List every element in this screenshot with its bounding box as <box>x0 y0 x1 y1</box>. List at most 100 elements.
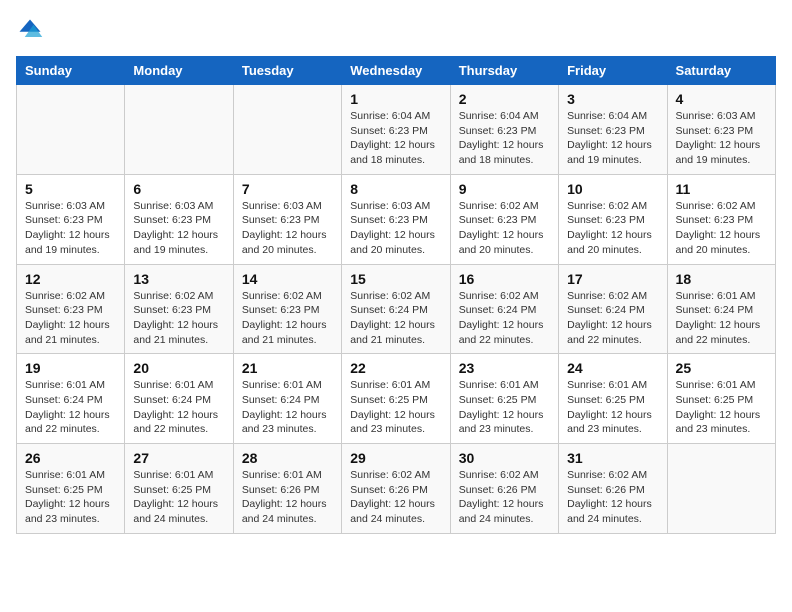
day-info: Sunrise: 6:03 AM Sunset: 6:23 PM Dayligh… <box>133 199 224 258</box>
day-number: 13 <box>133 271 224 287</box>
day-number: 25 <box>676 360 767 376</box>
calendar-cell: 3 Sunrise: 6:04 AM Sunset: 6:23 PM Daylig… <box>559 85 667 175</box>
day-number: 19 <box>25 360 116 376</box>
day-number: 18 <box>676 271 767 287</box>
day-info: Sunrise: 6:01 AM Sunset: 6:26 PM Dayligh… <box>242 468 333 527</box>
logo <box>16 16 48 44</box>
calendar-cell: 10 Sunrise: 6:02 AM Sunset: 6:23 PM Dayli… <box>559 174 667 264</box>
col-header-friday: Friday <box>559 57 667 85</box>
day-info: Sunrise: 6:01 AM Sunset: 6:25 PM Dayligh… <box>676 378 767 437</box>
calendar-cell: 24 Sunrise: 6:01 AM Sunset: 6:25 PM Dayli… <box>559 354 667 444</box>
day-info: Sunrise: 6:03 AM Sunset: 6:23 PM Dayligh… <box>676 109 767 168</box>
day-number: 2 <box>459 91 550 107</box>
day-number: 7 <box>242 181 333 197</box>
day-number: 30 <box>459 450 550 466</box>
col-header-sunday: Sunday <box>17 57 125 85</box>
calendar-cell: 12 Sunrise: 6:02 AM Sunset: 6:23 PM Dayli… <box>17 264 125 354</box>
day-info: Sunrise: 6:02 AM Sunset: 6:23 PM Dayligh… <box>242 289 333 348</box>
calendar-cell: 25 Sunrise: 6:01 AM Sunset: 6:25 PM Dayli… <box>667 354 775 444</box>
calendar-cell <box>233 85 341 175</box>
calendar-cell: 5 Sunrise: 6:03 AM Sunset: 6:23 PM Daylig… <box>17 174 125 264</box>
calendar-cell: 19Sunrise: 6:01 AM Sunset: 6:24 PM Dayli… <box>17 354 125 444</box>
calendar-cell: 20 Sunrise: 6:01 AM Sunset: 6:24 PM Dayli… <box>125 354 233 444</box>
day-info: Sunrise: 6:02 AM Sunset: 6:24 PM Dayligh… <box>567 289 658 348</box>
day-number: 9 <box>459 181 550 197</box>
day-number: 15 <box>350 271 441 287</box>
day-info: Sunrise: 6:04 AM Sunset: 6:23 PM Dayligh… <box>567 109 658 168</box>
col-header-saturday: Saturday <box>667 57 775 85</box>
day-number: 11 <box>676 181 767 197</box>
day-info: Sunrise: 6:01 AM Sunset: 6:25 PM Dayligh… <box>350 378 441 437</box>
calendar-week-row: 5 Sunrise: 6:03 AM Sunset: 6:23 PM Daylig… <box>17 174 776 264</box>
calendar-header-row: SundayMondayTuesdayWednesdayThursdayFrid… <box>17 57 776 85</box>
day-info: Sunrise: 6:02 AM Sunset: 6:26 PM Dayligh… <box>350 468 441 527</box>
day-info: Sunrise: 6:03 AM Sunset: 6:23 PM Dayligh… <box>350 199 441 258</box>
calendar-cell: 21Sunrise: 6:01 AM Sunset: 6:24 PM Dayli… <box>233 354 341 444</box>
calendar-cell: 22Sunrise: 6:01 AM Sunset: 6:25 PM Dayli… <box>342 354 450 444</box>
calendar-cell: 13 Sunrise: 6:02 AM Sunset: 6:23 PM Dayli… <box>125 264 233 354</box>
day-number: 12 <box>25 271 116 287</box>
col-header-monday: Monday <box>125 57 233 85</box>
calendar-cell: 30 Sunrise: 6:02 AM Sunset: 6:26 PM Dayli… <box>450 444 558 534</box>
day-info: Sunrise: 6:04 AM Sunset: 6:23 PM Dayligh… <box>459 109 550 168</box>
day-number: 28 <box>242 450 333 466</box>
day-number: 5 <box>25 181 116 197</box>
calendar-cell: 9Sunrise: 6:02 AM Sunset: 6:23 PM Daylig… <box>450 174 558 264</box>
calendar-cell: 15 Sunrise: 6:02 AM Sunset: 6:24 PM Dayli… <box>342 264 450 354</box>
day-number: 3 <box>567 91 658 107</box>
calendar-cell: 16Sunrise: 6:02 AM Sunset: 6:24 PM Dayli… <box>450 264 558 354</box>
calendar-cell <box>125 85 233 175</box>
day-number: 29 <box>350 450 441 466</box>
day-info: Sunrise: 6:03 AM Sunset: 6:23 PM Dayligh… <box>25 199 116 258</box>
day-number: 24 <box>567 360 658 376</box>
day-info: Sunrise: 6:02 AM Sunset: 6:23 PM Dayligh… <box>676 199 767 258</box>
day-info: Sunrise: 6:02 AM Sunset: 6:23 PM Dayligh… <box>25 289 116 348</box>
calendar-cell: 4 Sunrise: 6:03 AM Sunset: 6:23 PM Daylig… <box>667 85 775 175</box>
day-info: Sunrise: 6:02 AM Sunset: 6:24 PM Dayligh… <box>350 289 441 348</box>
page-header <box>16 16 776 44</box>
day-number: 26 <box>25 450 116 466</box>
calendar-cell: 6 Sunrise: 6:03 AM Sunset: 6:23 PM Daylig… <box>125 174 233 264</box>
calendar-cell: 7 Sunrise: 6:03 AM Sunset: 6:23 PM Daylig… <box>233 174 341 264</box>
day-info: Sunrise: 6:01 AM Sunset: 6:24 PM Dayligh… <box>133 378 224 437</box>
calendar-cell: 8 Sunrise: 6:03 AM Sunset: 6:23 PM Daylig… <box>342 174 450 264</box>
calendar-week-row: 19 Sunrise: 6:01 AM Sunset: 6:24 PM Dayli… <box>17 354 776 444</box>
calendar-week-row: 26 Sunrise: 6:01 AM Sunset: 6:25 PM Dayli… <box>17 444 776 534</box>
day-info: Sunrise: 6:04 AM Sunset: 6:23 PM Dayligh… <box>350 109 441 168</box>
calendar-week-row: 1Sunrise: 6:04 AM Sunset: 6:23 PM Daylig… <box>17 85 776 175</box>
calendar-cell: 11 Sunrise: 6:02 AM Sunset: 6:23 PM Dayli… <box>667 174 775 264</box>
day-number: 6 <box>133 181 224 197</box>
day-number: 10 <box>567 181 658 197</box>
calendar-cell: 1Sunrise: 6:04 AM Sunset: 6:23 PM Daylig… <box>342 85 450 175</box>
day-info: Sunrise: 6:02 AM Sunset: 6:23 PM Dayligh… <box>567 199 658 258</box>
calendar-cell: 31 Sunrise: 6:02 AM Sunset: 6:26 PM Dayli… <box>559 444 667 534</box>
day-info: Sunrise: 6:02 AM Sunset: 6:26 PM Dayligh… <box>459 468 550 527</box>
day-number: 16 <box>459 271 550 287</box>
day-info: Sunrise: 6:01 AM Sunset: 6:25 PM Dayligh… <box>459 378 550 437</box>
day-number: 20 <box>133 360 224 376</box>
logo-icon <box>16 16 44 44</box>
day-info: Sunrise: 6:02 AM Sunset: 6:26 PM Dayligh… <box>567 468 658 527</box>
calendar-cell: 14 Sunrise: 6:02 AM Sunset: 6:23 PM Dayli… <box>233 264 341 354</box>
day-info: Sunrise: 6:03 AM Sunset: 6:23 PM Dayligh… <box>242 199 333 258</box>
calendar-cell: 28 Sunrise: 6:01 AM Sunset: 6:26 PM Dayli… <box>233 444 341 534</box>
calendar-cell: 18 Sunrise: 6:01 AM Sunset: 6:24 PM Dayli… <box>667 264 775 354</box>
day-info: Sunrise: 6:01 AM Sunset: 6:24 PM Dayligh… <box>242 378 333 437</box>
day-info: Sunrise: 6:02 AM Sunset: 6:23 PM Dayligh… <box>133 289 224 348</box>
day-info: Sunrise: 6:01 AM Sunset: 6:25 PM Dayligh… <box>567 378 658 437</box>
day-number: 27 <box>133 450 224 466</box>
calendar-cell <box>17 85 125 175</box>
day-info: Sunrise: 6:01 AM Sunset: 6:24 PM Dayligh… <box>676 289 767 348</box>
col-header-thursday: Thursday <box>450 57 558 85</box>
calendar-cell: 23Sunrise: 6:01 AM Sunset: 6:25 PM Dayli… <box>450 354 558 444</box>
calendar-cell: 26Sunrise: 6:01 AM Sunset: 6:25 PM Dayli… <box>17 444 125 534</box>
day-number: 14 <box>242 271 333 287</box>
day-number: 31 <box>567 450 658 466</box>
calendar-table: SundayMondayTuesdayWednesdayThursdayFrid… <box>16 56 776 534</box>
day-info: Sunrise: 6:01 AM Sunset: 6:25 PM Dayligh… <box>133 468 224 527</box>
col-header-wednesday: Wednesday <box>342 57 450 85</box>
col-header-tuesday: Tuesday <box>233 57 341 85</box>
day-number: 8 <box>350 181 441 197</box>
day-number: 4 <box>676 91 767 107</box>
day-number: 17 <box>567 271 658 287</box>
